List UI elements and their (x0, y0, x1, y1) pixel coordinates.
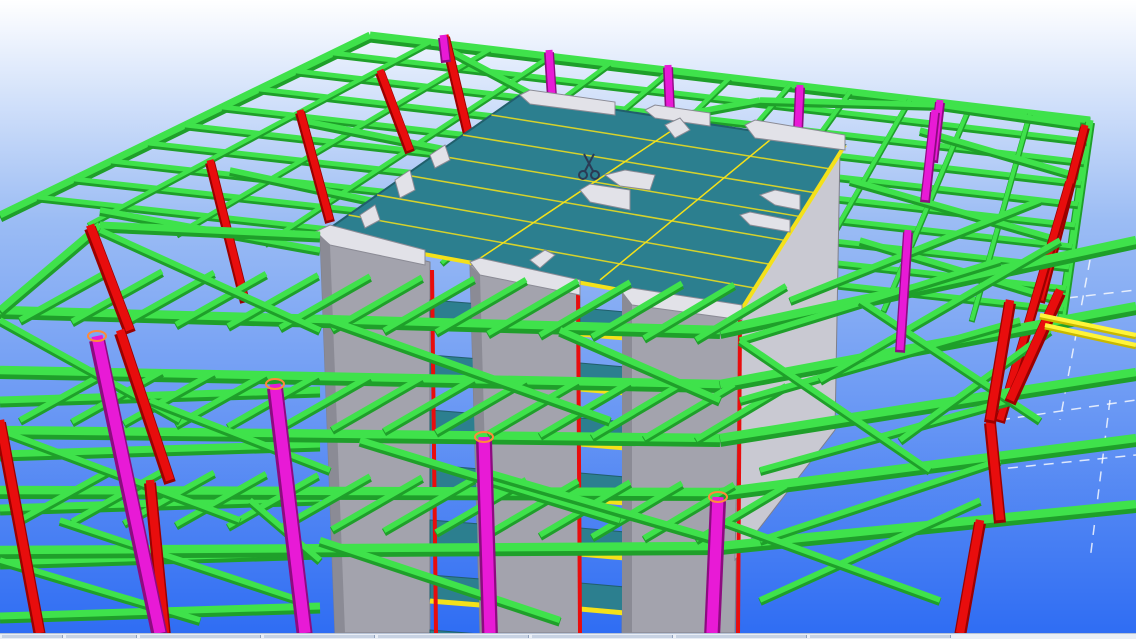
column-face (664, 64, 674, 111)
column-face (706, 496, 724, 633)
core-column-edge (736, 319, 742, 633)
status-bar-segment (378, 635, 529, 638)
column-face (545, 49, 556, 96)
status-bar-segment (676, 635, 807, 638)
floor-beam-front-face (0, 541, 721, 555)
core-wall-edge (622, 292, 632, 633)
status-bar-segment (140, 635, 261, 638)
column-face (439, 34, 450, 61)
floor-slab-edge (579, 582, 626, 612)
column-face (478, 436, 496, 633)
status-bar-segment (264, 635, 375, 638)
model-3d-viewport[interactable] (0, 0, 1136, 633)
status-bar-segment (810, 635, 951, 638)
status-bar-segment (2, 635, 63, 638)
status-bar (0, 633, 1136, 639)
status-bar-segment (532, 635, 673, 638)
status-bar-segment (66, 635, 137, 638)
column-face (794, 84, 804, 131)
